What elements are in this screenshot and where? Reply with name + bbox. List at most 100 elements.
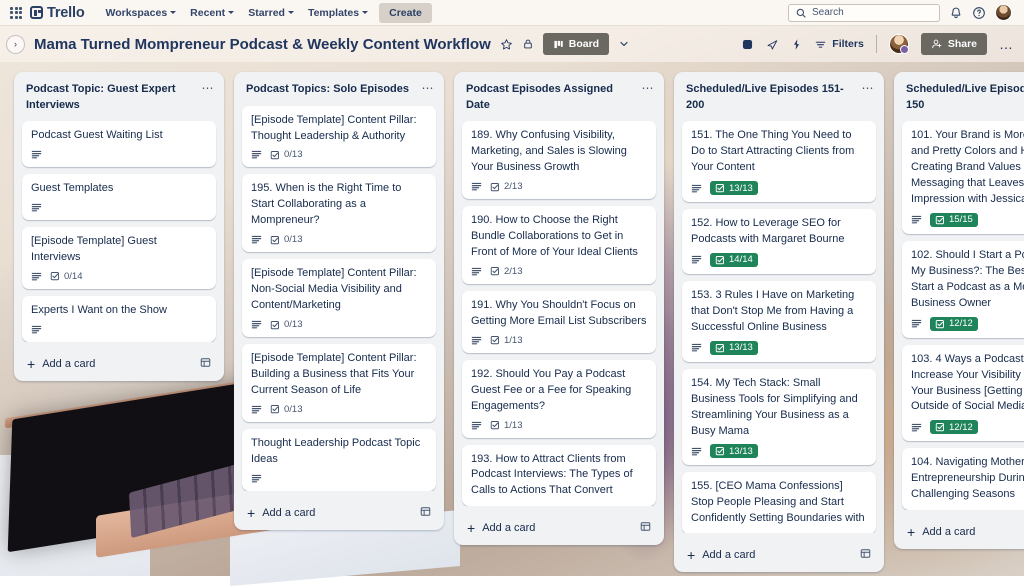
- board-card[interactable]: 195. When is the Right Time to Start Col…: [242, 174, 436, 252]
- chevron-down-icon: [170, 11, 176, 14]
- board-card[interactable]: Experts I Want on the Show: [22, 296, 216, 342]
- share-button[interactable]: Share: [921, 33, 987, 55]
- nav-label-starred: Starred: [248, 7, 285, 19]
- sidebar-toggle-button[interactable]: ›: [6, 35, 25, 54]
- user-avatar[interactable]: [995, 4, 1012, 21]
- board-card[interactable]: [Episode Template] Content Pillar: Non-S…: [242, 259, 436, 337]
- star-icon[interactable]: [500, 38, 513, 51]
- filters-button[interactable]: Filters: [814, 38, 864, 51]
- card-checklist-badge: 0/13: [270, 149, 303, 160]
- card-badges: 12/12: [911, 317, 1024, 331]
- board-card[interactable]: 152. How to Leverage SEO for Podcasts wi…: [682, 209, 876, 274]
- board-card[interactable]: 193. How to Attract Clients from Podcast…: [462, 445, 656, 507]
- chevron-down-icon: [362, 11, 368, 14]
- board-card[interactable]: 101. Your Brand is More than Logos and P…: [902, 121, 1024, 234]
- board-card[interactable]: 192. Should You Pay a Podcast Guest Fee …: [462, 360, 656, 438]
- board-view-chevron-down-icon[interactable]: [618, 38, 630, 50]
- rocket-power-up-icon[interactable]: [766, 38, 779, 51]
- add-card-button[interactable]: + Add a card: [678, 539, 880, 572]
- add-card-button[interactable]: + Add a card: [18, 348, 220, 381]
- board-card[interactable]: 190. How to Choose the Right Bundle Coll…: [462, 206, 656, 284]
- notification-bell-icon[interactable]: [949, 6, 963, 20]
- help-icon[interactable]: [972, 6, 986, 20]
- board-card[interactable]: [Episode Template] Content Pillar: Build…: [242, 344, 436, 422]
- board-card[interactable]: 151. The One Thing You Need to Do to Sta…: [682, 121, 876, 202]
- board-card[interactable]: [Episode Template] Content Pillar: Thoug…: [242, 106, 436, 168]
- checklist-count: 12/12: [949, 318, 973, 329]
- add-card-button[interactable]: + Add a card: [898, 516, 1024, 549]
- card-badges: 2/13: [471, 266, 647, 277]
- card-title: 195. When is the Right Time to Start Col…: [251, 181, 427, 229]
- list-actions-menu-button[interactable]: ⋯: [422, 82, 435, 91]
- add-card-button[interactable]: + Add a card: [238, 497, 440, 530]
- card-badges: 1/13: [471, 335, 647, 346]
- checklist-count: 1/13: [504, 420, 523, 431]
- card-badges: 0/13: [251, 404, 427, 415]
- lock-private-icon[interactable]: [522, 38, 534, 50]
- list-actions-menu-button[interactable]: ⋯: [642, 82, 655, 91]
- board-title[interactable]: Mama Turned Mompreneur Podcast & Weekly …: [34, 36, 491, 53]
- board-lists-container: Podcast Topic: Guest Expert Interviews ⋯…: [0, 62, 1024, 576]
- list-header: Podcast Episodes Assigned Date ⋯: [458, 80, 660, 121]
- board-card[interactable]: Guest Templates: [22, 174, 216, 220]
- card-title: 155. [CEO Mama Confessions] Stop People …: [691, 479, 867, 527]
- board-card[interactable]: Podcast Guest Waiting List: [22, 121, 216, 167]
- list-title[interactable]: Podcast Topic: Guest Expert Interviews: [26, 82, 196, 113]
- plus-icon: +: [907, 527, 915, 537]
- card-checklist-badge: 1/13: [490, 335, 523, 346]
- board-card[interactable]: 153. 3 Rules I Have on Marketing that Do…: [682, 281, 876, 362]
- board-member-avatar[interactable]: [889, 34, 909, 54]
- board-card[interactable]: Thought Leadership Podcast Topic Ideas: [242, 429, 436, 491]
- board-color-icon[interactable]: [741, 38, 754, 51]
- add-card-button[interactable]: + Add a card: [458, 512, 660, 545]
- board-card[interactable]: 103. 4 Ways a Podcast Can Increase Your …: [902, 345, 1024, 442]
- list-cards: 151. The One Thing You Need to Do to Sta…: [678, 121, 880, 533]
- card-title: Experts I Want on the Show: [31, 303, 207, 319]
- top-nav-right-group: Search: [788, 4, 1016, 22]
- plus-icon: +: [27, 359, 35, 369]
- checklist-count: 0/13: [284, 149, 303, 160]
- nav-item-recent[interactable]: Recent: [183, 3, 241, 23]
- create-from-template-icon[interactable]: [420, 506, 431, 520]
- create-from-template-icon[interactable]: [640, 521, 651, 535]
- apps-grid-icon[interactable]: [8, 5, 24, 21]
- board-card[interactable]: 102. Should I Start a Podcast for My Bus…: [902, 241, 1024, 338]
- card-title: 154. My Tech Stack: Small Business Tools…: [691, 376, 867, 440]
- list-actions-menu-button[interactable]: ⋯: [862, 82, 875, 91]
- create-button[interactable]: Create: [379, 3, 432, 23]
- card-checklist-badge: 13/13: [710, 341, 758, 355]
- board-card[interactable]: 189. Why Confusing Visibility, Marketing…: [462, 121, 656, 199]
- search-input[interactable]: Search: [788, 4, 940, 22]
- description-icon: [251, 234, 262, 245]
- board-card[interactable]: 155. [CEO Mama Confessions] Stop People …: [682, 472, 876, 533]
- list-title[interactable]: Scheduled/Live Episodes 101-150: [906, 82, 1024, 113]
- nav-item-workspaces[interactable]: Workspaces: [98, 3, 183, 23]
- card-badges: [31, 149, 207, 160]
- list-title[interactable]: Podcast Topics: Solo Episodes: [246, 82, 409, 98]
- automation-bolt-icon[interactable]: [791, 38, 802, 51]
- trello-home-link[interactable]: Trello: [30, 5, 84, 21]
- board-card[interactable]: 154. My Tech Stack: Small Business Tools…: [682, 369, 876, 466]
- board-more-menu-button[interactable]: …: [999, 40, 1014, 48]
- list-footer: + Add a card: [18, 342, 220, 381]
- list-cards: 189. Why Confusing Visibility, Marketing…: [458, 121, 660, 506]
- nav-item-templates[interactable]: Templates: [301, 3, 375, 23]
- checklist-icon: [935, 215, 945, 225]
- list-title[interactable]: Podcast Episodes Assigned Date: [466, 82, 636, 113]
- create-from-template-icon[interactable]: [860, 548, 871, 562]
- description-icon: [31, 324, 42, 335]
- card-badges: 1/13: [471, 420, 647, 431]
- board-card[interactable]: 104. Navigating Motherhood and Entrepren…: [902, 448, 1024, 510]
- add-card-label: Add a card: [42, 358, 95, 370]
- chevron-down-icon: [288, 11, 294, 14]
- list-title[interactable]: Scheduled/Live Episodes 151-200: [686, 82, 856, 113]
- checklist-icon: [270, 404, 280, 414]
- card-title: 191. Why You Shouldn't Focus on Getting …: [471, 298, 647, 330]
- nav-item-starred[interactable]: Starred: [241, 3, 301, 23]
- board-card[interactable]: 191. Why You Shouldn't Focus on Getting …: [462, 291, 656, 353]
- card-title: 102. Should I Start a Podcast for My Bus…: [911, 248, 1024, 312]
- board-view-button[interactable]: Board: [543, 33, 609, 55]
- board-card[interactable]: [Episode Template] Guest Interviews 0/14: [22, 227, 216, 289]
- list-actions-menu-button[interactable]: ⋯: [202, 82, 215, 91]
- create-from-template-icon[interactable]: [200, 357, 211, 371]
